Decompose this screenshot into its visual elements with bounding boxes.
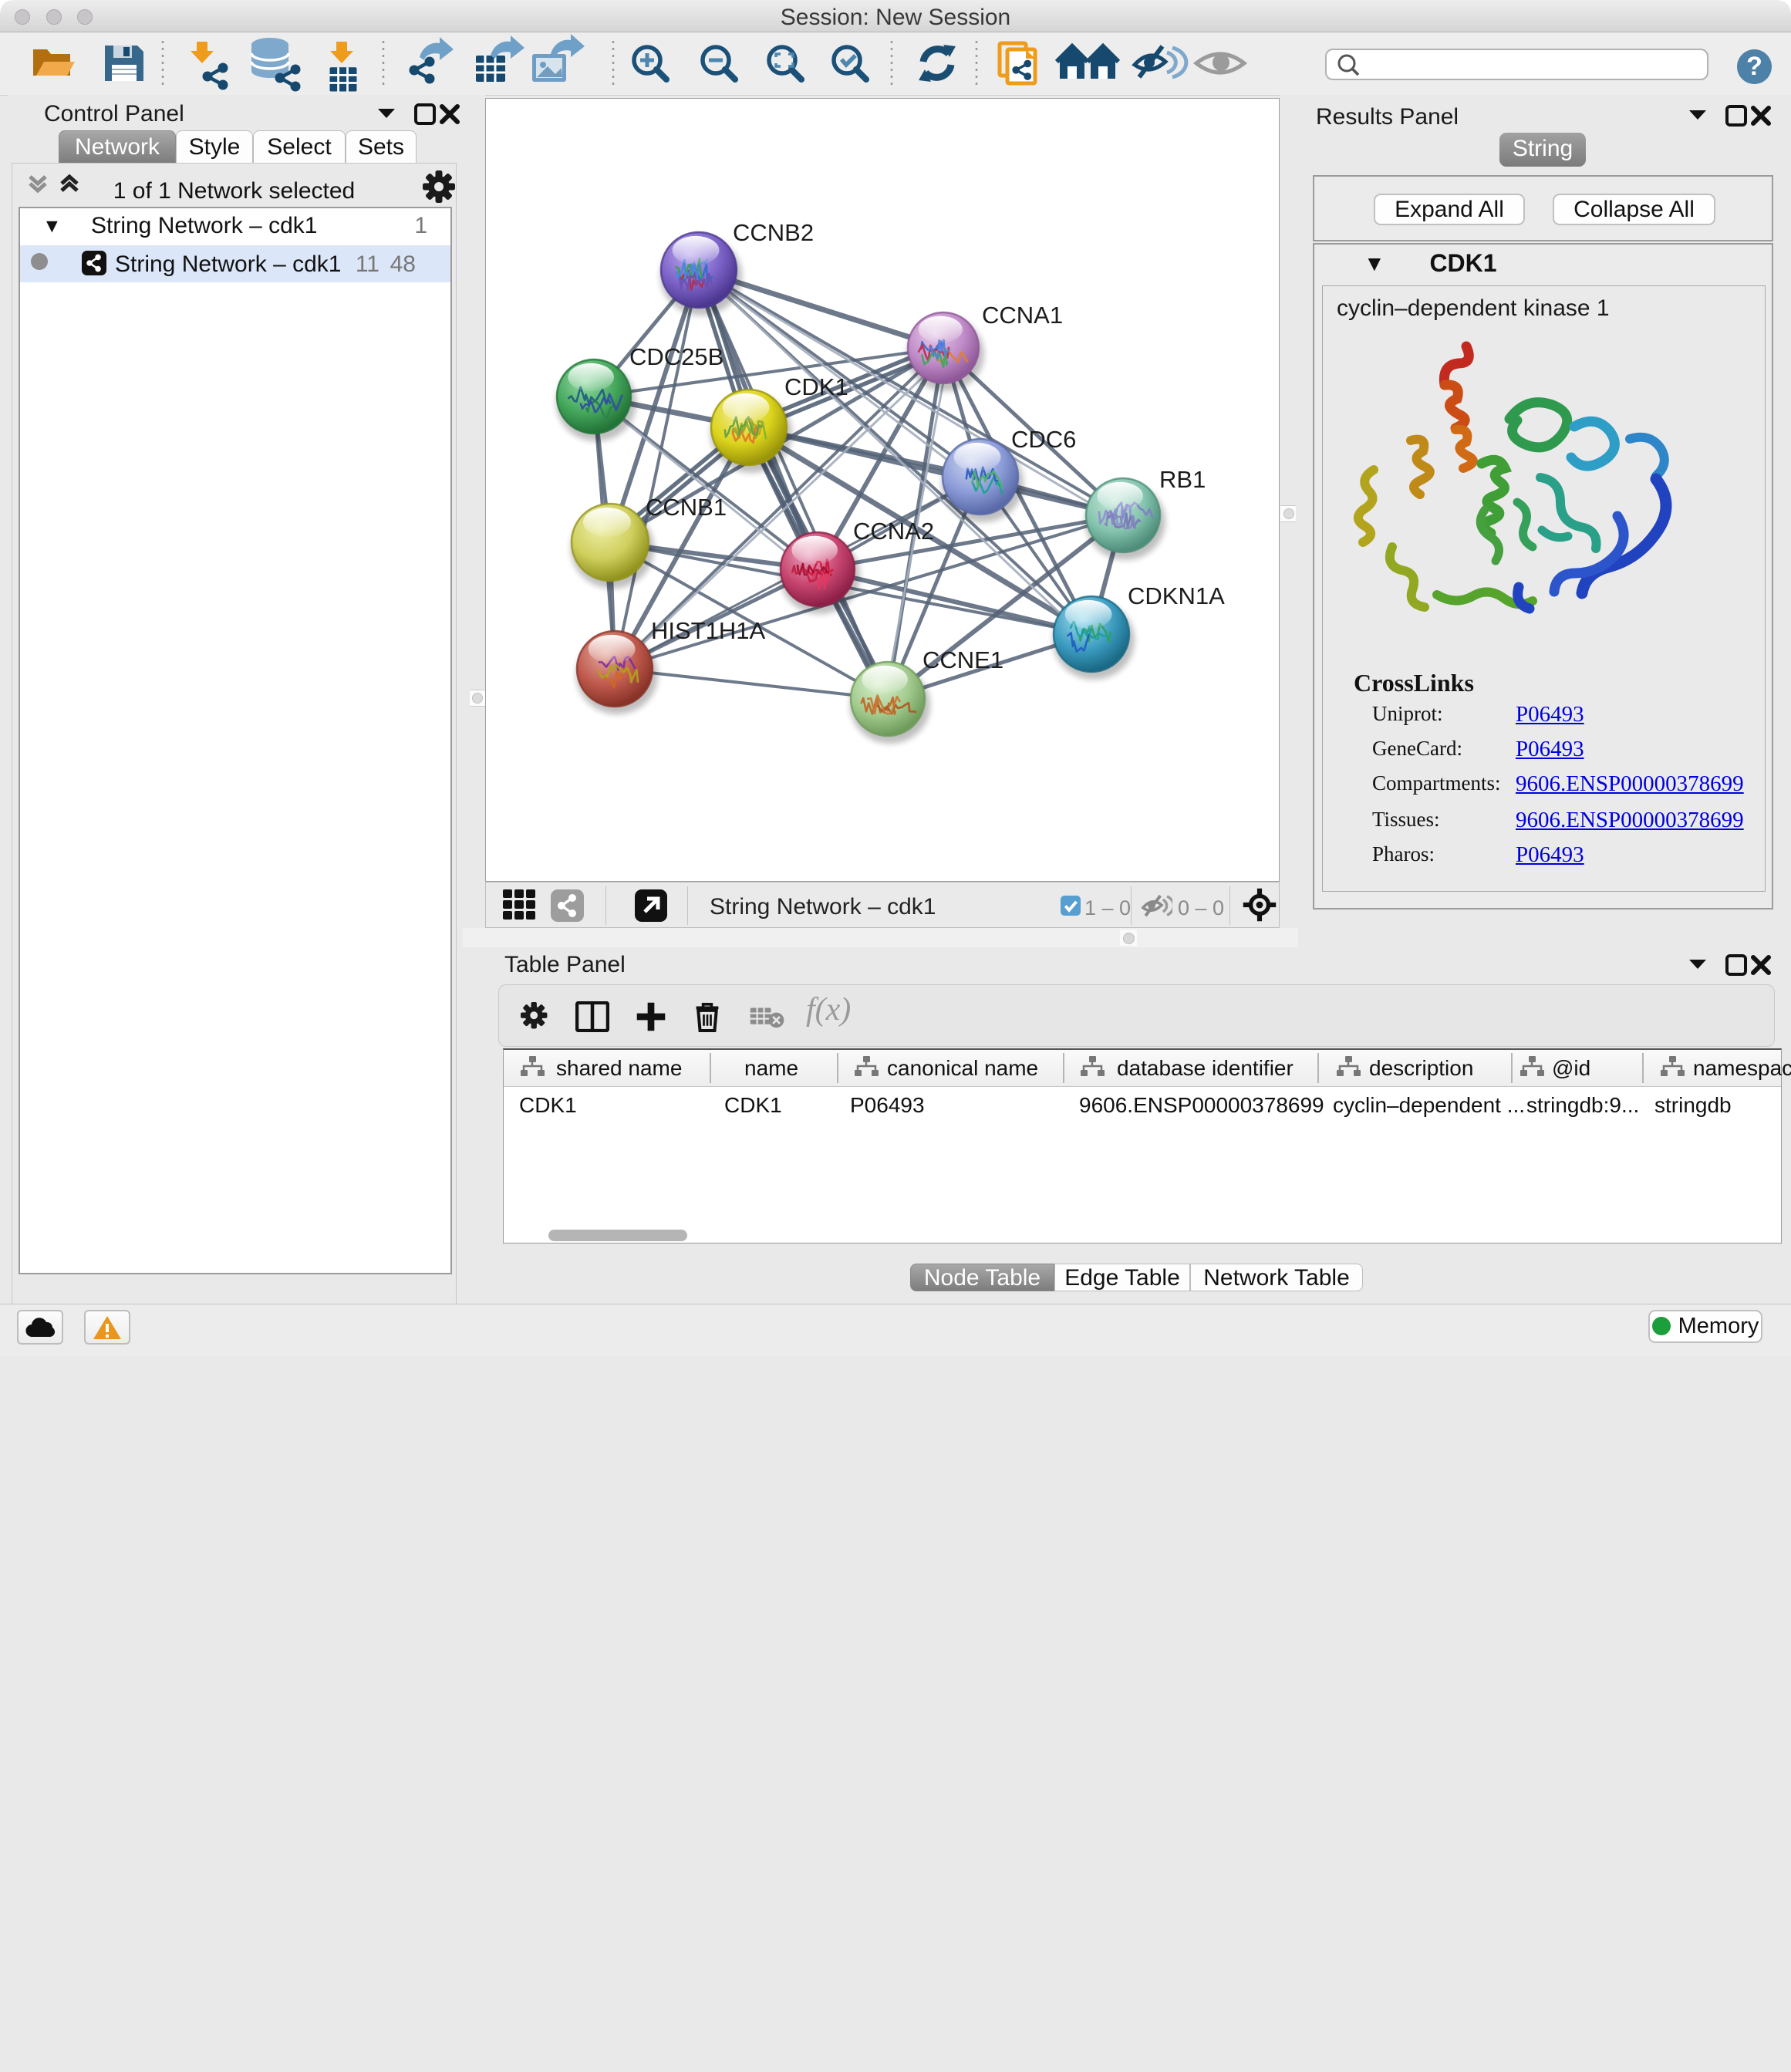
svg-text:RB1: RB1 <box>1159 466 1206 493</box>
svg-text:CCNB2: CCNB2 <box>733 219 814 246</box>
svg-text:CCNA2: CCNA2 <box>853 518 934 545</box>
svg-text:CDK1: CDK1 <box>784 373 848 400</box>
svg-text:HIST1H1A: HIST1H1A <box>651 617 765 644</box>
svg-text:CDC6: CDC6 <box>1011 426 1076 453</box>
svg-text:CCNA1: CCNA1 <box>982 302 1063 329</box>
svg-text:CDC25B: CDC25B <box>629 343 723 370</box>
svg-text:CCNE1: CCNE1 <box>922 646 1003 673</box>
svg-text:CDKN1A: CDKN1A <box>1128 582 1225 609</box>
svg-text:CCNB1: CCNB1 <box>646 494 727 521</box>
